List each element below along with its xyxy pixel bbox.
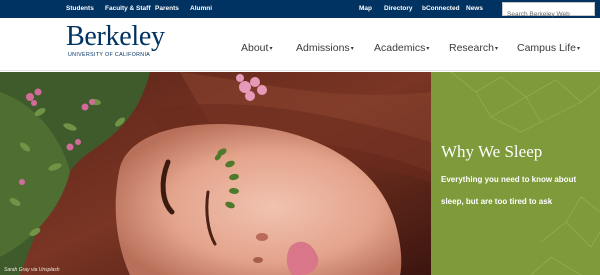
nav-item-label: About <box>241 42 269 54</box>
utility-bar: Students Faculty & Staff Parents Alumni … <box>0 0 600 21</box>
caret-down-icon: ▾ <box>494 46 498 52</box>
nav-item-about[interactable]: About▾ <box>241 18 272 71</box>
logo-subtitle: UNIVERSITY OF CALIFORNIA <box>68 52 151 58</box>
sleeping-woman-image <box>0 72 431 275</box>
caret-down-icon: ▾ <box>426 46 430 52</box>
utility-link-faculty-staff[interactable]: Faculty & Staff <box>105 0 151 18</box>
nav-item-label: Admissions <box>296 42 350 54</box>
caret-down-icon: ▾ <box>269 46 273 52</box>
nav-item-label: Research <box>449 42 494 54</box>
photo-credit: Sarah Gray via Unsplash <box>4 267 60 273</box>
berkeley-logo[interactable]: Berkeley UNIVERSITY OF CALIFORNIA <box>66 21 165 59</box>
utility-link-map[interactable]: Map <box>359 0 372 18</box>
site-header: Berkeley UNIVERSITY OF CALIFORNIA About▾… <box>0 18 600 71</box>
nav-item-campus-life[interactable]: Campus Life▾ <box>517 18 580 71</box>
hero-description: Everything you need to know about sleep,… <box>441 175 577 206</box>
search-box <box>502 2 595 21</box>
utility-link-news[interactable]: News <box>466 0 483 18</box>
nav-item-research[interactable]: Research▾ <box>449 18 498 71</box>
hero-title[interactable]: Why We Sleep <box>441 142 542 162</box>
hero-photo: Sarah Gray via Unsplash <box>0 72 431 275</box>
utility-link-parents[interactable]: Parents <box>155 0 179 18</box>
logo-wordmark: Berkeley <box>66 21 165 52</box>
nav-item-admissions[interactable]: Admissions▾ <box>296 18 354 71</box>
caret-down-icon: ▾ <box>350 46 354 52</box>
nav-item-label: Academics <box>374 42 426 54</box>
nav-item-label: Campus Life <box>517 42 576 54</box>
caret-down-icon: ▾ <box>576 46 580 52</box>
hero-banner[interactable]: Sarah Gray via Unsplash Why We Sleep Eve… <box>0 72 600 275</box>
utility-link-bconnected[interactable]: bConnected <box>422 0 460 18</box>
hero-feature-panel[interactable]: Why We Sleep Everything you need to know… <box>431 72 600 275</box>
nav-item-academics[interactable]: Academics▾ <box>374 18 429 71</box>
utility-link-directory[interactable]: Directory <box>384 0 413 18</box>
utility-link-alumni[interactable]: Alumni <box>190 0 212 18</box>
utility-link-students[interactable]: Students <box>66 0 94 18</box>
